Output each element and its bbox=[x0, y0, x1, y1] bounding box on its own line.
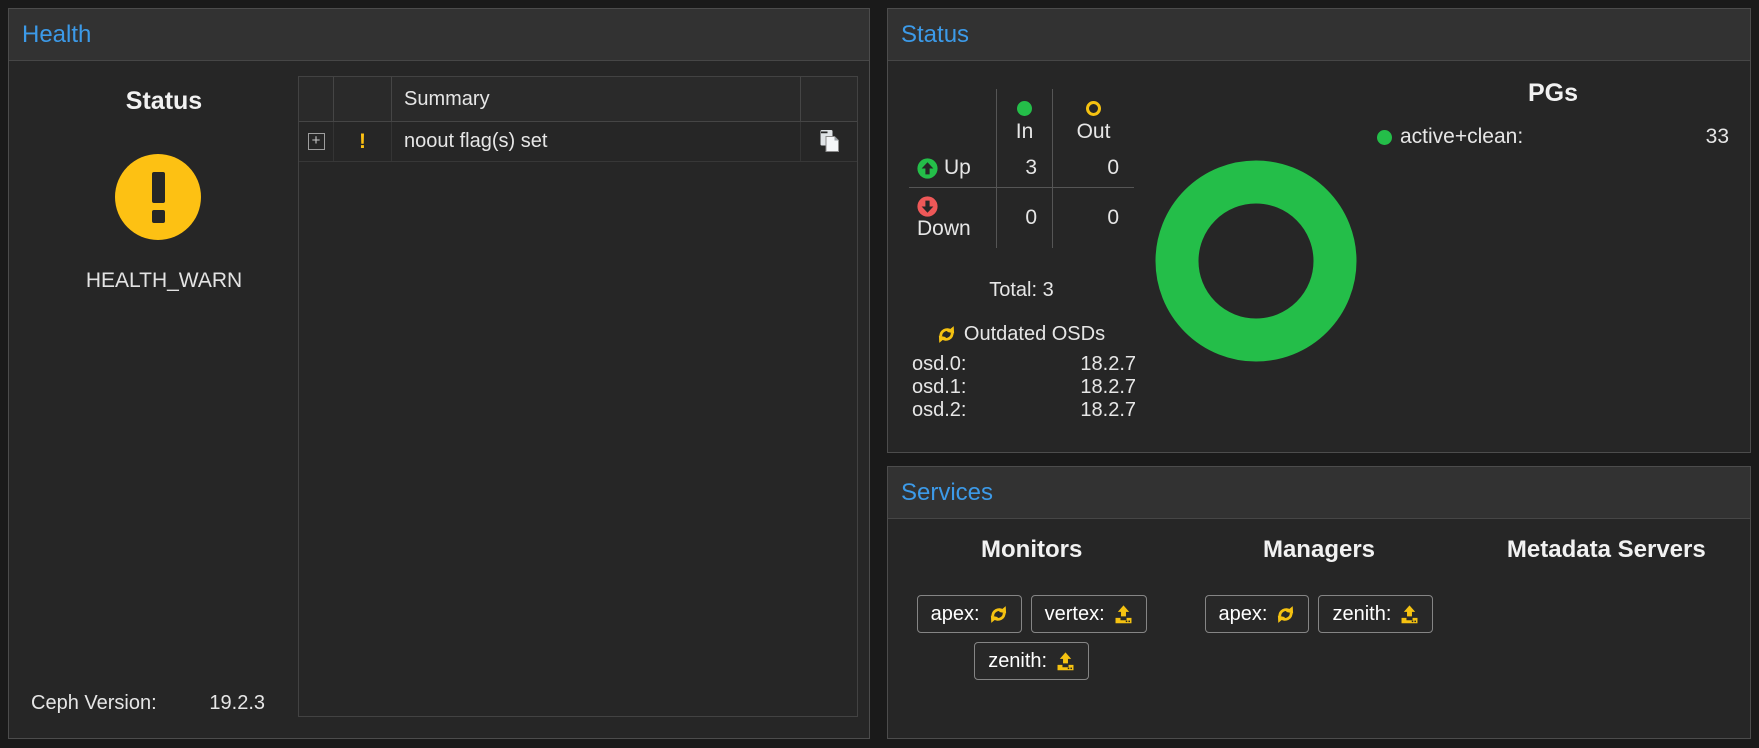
health-status-heading: Status bbox=[19, 87, 309, 116]
service-badge-mgr-apex: apex: bbox=[1205, 595, 1310, 633]
ceph-version-label: Ceph Version: bbox=[31, 692, 157, 715]
expander-column-header bbox=[299, 77, 334, 121]
health-warning-icon bbox=[115, 154, 201, 240]
service-badge-mon-apex: apex: bbox=[917, 595, 1022, 633]
matrix-in-header: In bbox=[997, 89, 1053, 149]
service-name: apex: bbox=[1219, 603, 1268, 626]
monitors-group: Monitors apex: vertex: zenith: bbox=[888, 519, 1175, 738]
severity-column-header bbox=[334, 77, 392, 121]
service-badge-mon-zenith: zenith: bbox=[974, 642, 1089, 680]
upload-icon bbox=[1114, 605, 1133, 624]
arrow-circle-up-icon bbox=[917, 158, 938, 179]
monitors-heading: Monitors bbox=[888, 536, 1175, 564]
health-panel-header: Health bbox=[9, 9, 869, 61]
services-panel: Services Monitors apex: vertex: zenith: bbox=[887, 466, 1751, 739]
status-panel: Status In Out Up 3 0 Down 0 0 bbox=[887, 8, 1751, 453]
refresh-icon bbox=[989, 605, 1008, 624]
refresh-icon bbox=[937, 325, 956, 344]
pgs-donut-chart bbox=[1151, 156, 1361, 366]
out-header-label: Out bbox=[1077, 120, 1111, 144]
in-header-label: In bbox=[1016, 120, 1034, 144]
health-panel-title: Health bbox=[22, 21, 91, 49]
summary-column-header: Summary bbox=[392, 77, 801, 121]
up-label: Up bbox=[944, 156, 971, 180]
active-clean-dot-icon bbox=[1377, 130, 1392, 145]
ceph-version-value: 19.2.3 bbox=[209, 692, 265, 715]
down-in-value: 0 bbox=[997, 188, 1053, 248]
summary-grid-header: Summary bbox=[299, 77, 857, 122]
out-ring-icon bbox=[1086, 101, 1101, 116]
metadata-servers-heading: Metadata Servers bbox=[1463, 536, 1750, 564]
matrix-corner-cell bbox=[909, 89, 997, 149]
osd-version: 18.2.7 bbox=[1080, 376, 1136, 399]
pgs-legend-value: 33 bbox=[1706, 125, 1729, 149]
exclamation-dot bbox=[152, 210, 165, 223]
list-item: osd.2: 18.2.7 bbox=[904, 399, 1138, 422]
outdated-osds-block: Outdated OSDs osd.0: 18.2.7 osd.1: 18.2.… bbox=[904, 323, 1138, 422]
ceph-version-row: Ceph Version: 19.2.3 bbox=[31, 692, 265, 715]
up-out-value: 0 bbox=[1053, 149, 1134, 188]
exclamation-bar bbox=[152, 172, 165, 203]
summary-cell-text: noout flag(s) set bbox=[392, 122, 801, 161]
osd-version: 18.2.7 bbox=[1080, 353, 1136, 376]
row-expander-button[interactable]: + bbox=[308, 133, 325, 150]
managers-group: Managers apex: zenith: bbox=[1175, 519, 1462, 738]
table-row[interactable]: + ! noout flag(s) set bbox=[299, 122, 857, 162]
pgs-legend-block: PGs active+clean: 33 bbox=[1377, 79, 1729, 149]
osd-in-out-matrix: In Out Up 3 0 Down 0 0 bbox=[909, 89, 1134, 248]
copy-icon[interactable] bbox=[817, 128, 842, 155]
osd-name: osd.2: bbox=[912, 399, 966, 422]
list-item: osd.1: 18.2.7 bbox=[904, 376, 1138, 399]
services-panel-header: Services bbox=[888, 467, 1750, 519]
health-summary-grid: Summary + ! noout flag(s) set bbox=[298, 76, 858, 717]
list-item: osd.0: 18.2.7 bbox=[904, 353, 1138, 376]
health-status-value: HEALTH_WARN bbox=[19, 269, 309, 293]
osd-name: osd.1: bbox=[912, 376, 966, 399]
upload-icon bbox=[1056, 652, 1075, 671]
down-label: Down bbox=[917, 217, 971, 241]
services-panel-title: Services bbox=[901, 479, 993, 507]
refresh-icon bbox=[1276, 605, 1295, 624]
action-column-header bbox=[801, 77, 857, 121]
arrow-circle-down-icon bbox=[917, 196, 938, 217]
up-in-value: 3 bbox=[997, 149, 1053, 188]
service-name: apex: bbox=[931, 603, 980, 626]
service-badge-mon-vertex: vertex: bbox=[1031, 595, 1147, 633]
down-out-value: 0 bbox=[1053, 188, 1134, 248]
pgs-heading: PGs bbox=[1377, 79, 1729, 108]
matrix-up-row-header: Up bbox=[909, 149, 997, 188]
matrix-out-header: Out bbox=[1053, 89, 1134, 149]
osd-version: 18.2.7 bbox=[1080, 399, 1136, 422]
service-name: zenith: bbox=[1332, 603, 1391, 626]
outdated-osds-heading: Outdated OSDs bbox=[964, 323, 1105, 346]
upload-icon bbox=[1400, 605, 1419, 624]
pgs-legend-item: active+clean: 33 bbox=[1377, 125, 1729, 149]
status-panel-title: Status bbox=[901, 21, 969, 49]
matrix-down-row-header: Down bbox=[909, 188, 997, 248]
osd-name: osd.0: bbox=[912, 353, 966, 376]
service-badge-mgr-zenith: zenith: bbox=[1318, 595, 1433, 633]
osd-total: Total: 3 bbox=[909, 279, 1134, 302]
warning-severity-icon: ! bbox=[359, 130, 366, 154]
service-name: vertex: bbox=[1045, 603, 1105, 626]
in-dot-icon bbox=[1017, 101, 1032, 116]
metadata-servers-group: Metadata Servers bbox=[1463, 519, 1750, 738]
service-name: zenith: bbox=[988, 650, 1047, 673]
managers-heading: Managers bbox=[1175, 536, 1462, 564]
health-panel: Health Status HEALTH_WARN Ceph Version: … bbox=[8, 8, 870, 739]
status-panel-header: Status bbox=[888, 9, 1750, 61]
pgs-legend-label: active+clean: bbox=[1400, 125, 1523, 149]
